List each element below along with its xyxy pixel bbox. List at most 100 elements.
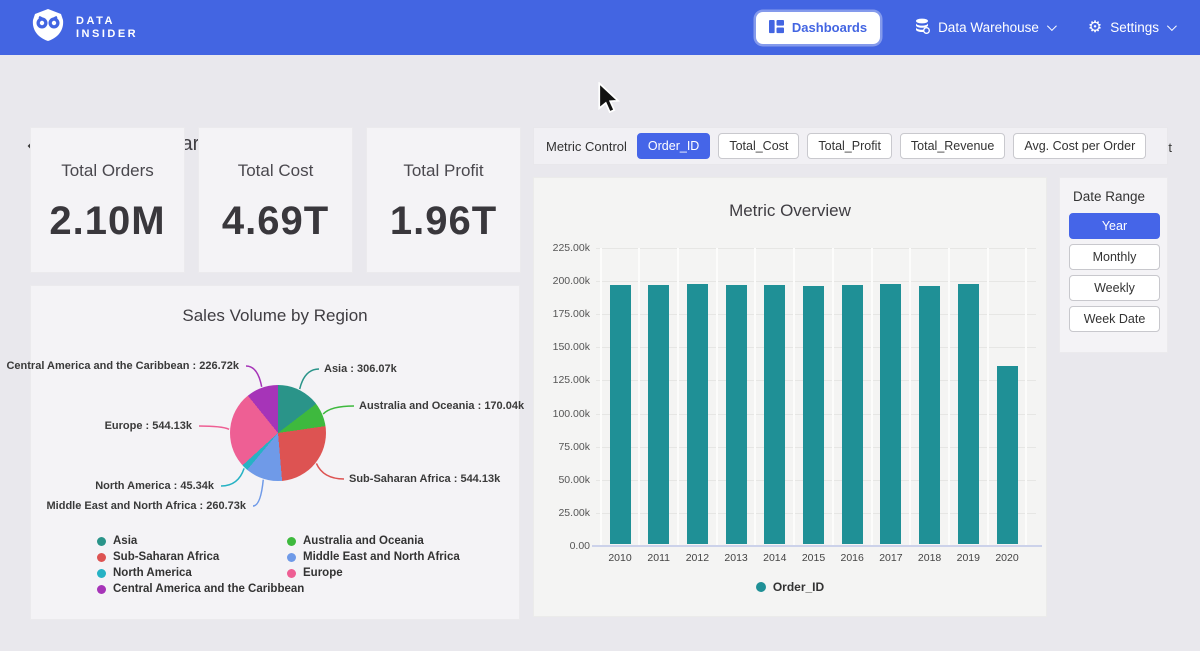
- dashboards-grid-icon: [769, 19, 784, 37]
- pie-label-asia: Asia : 306.07k: [324, 362, 397, 376]
- settings-label: Settings: [1110, 20, 1159, 35]
- y-axis-tick: 25.00k: [538, 507, 590, 519]
- pie-chart-title: Sales Volume by Region: [31, 306, 519, 326]
- metric-chip-group: Order_ID Total_Cost Total_Profit Total_Reve…: [637, 133, 1146, 159]
- legend-label: Middle East and North Africa: [303, 551, 460, 563]
- data-warehouse-menu[interactable]: Data Warehouse: [914, 18, 1054, 37]
- x-axis-tick: 2019: [949, 552, 987, 564]
- y-axis-tick: 100.00k: [538, 408, 590, 420]
- y-axis-tick: 150.00k: [538, 341, 590, 353]
- y-axis-tick: 75.00k: [538, 441, 590, 453]
- legend-label: Central America and the Caribbean: [113, 583, 304, 595]
- kpi-value: 2.10M: [31, 199, 184, 244]
- pie-label-north-america: North America : 45.34k: [95, 479, 214, 493]
- bar-chart-title: Metric Overview: [534, 201, 1046, 221]
- bar-2020: [997, 366, 1018, 544]
- legend-dot: [97, 537, 106, 546]
- metric-chip-avg-cost-per-order[interactable]: Avg. Cost per Order: [1013, 133, 1146, 159]
- bar-2016: [842, 285, 863, 544]
- chevron-down-icon: [1047, 21, 1057, 31]
- date-range-options: Year Monthly Weekly Week Date: [1069, 213, 1158, 332]
- x-axis-tick: 2017: [872, 552, 910, 564]
- x-axis-tick: 2014: [756, 552, 794, 564]
- dashboards-label: Dashboards: [792, 20, 867, 35]
- chevron-down-icon: [1167, 21, 1177, 31]
- top-navbar: DATAINSIDER Dashboards: [0, 0, 1200, 55]
- kpi-label: Total Profit: [367, 161, 520, 181]
- brand-text: DATAINSIDER: [76, 15, 138, 41]
- legend-label: Australia and Oceania: [303, 535, 424, 547]
- kpi-label: Total Cost: [199, 161, 352, 181]
- legend-dot: [287, 553, 296, 562]
- bar-2013: [726, 285, 747, 544]
- pie-legend-central-america-and-the-caribbean[interactable]: Central America and the Caribbean: [97, 581, 287, 597]
- owl-logo-icon: [30, 8, 66, 47]
- date-range-title: Date Range: [1073, 189, 1158, 204]
- metric-chip-total-profit[interactable]: Total_Profit: [807, 133, 892, 159]
- y-axis-tick: 0.00: [538, 540, 590, 552]
- bar-chart-legend[interactable]: Order_ID: [534, 580, 1046, 594]
- date-range-weekly[interactable]: Weekly: [1069, 275, 1160, 301]
- metric-overview-chart: Metric Overview 225.00k200.00k175.00k150…: [533, 177, 1047, 617]
- legend-label: North America: [113, 567, 192, 579]
- y-axis-tick: 200.00k: [538, 275, 590, 287]
- pie-legend: Asia Australia and Oceania Sub-Saharan Afr…: [97, 533, 460, 597]
- date-range-panel: Date Range Year Monthly Weekly Week Date: [1059, 177, 1168, 353]
- pie-legend-middle-east-and-north-africa[interactable]: Middle East and North Africa: [287, 549, 460, 565]
- bar-2017: [880, 284, 901, 544]
- y-axis-tick: 125.00k: [538, 374, 590, 386]
- page-header: Sales Dashboard Add Filter Boost: Off: [0, 55, 1200, 120]
- pie-label-sub-saharan-africa: Sub-Saharan Africa : 544.13k: [349, 472, 500, 486]
- bar-2015: [803, 286, 824, 544]
- pie-legend-sub-saharan-africa[interactable]: Sub-Saharan Africa: [97, 549, 287, 565]
- data-warehouse-label: Data Warehouse: [938, 20, 1039, 35]
- y-axis-tick: 225.00k: [538, 242, 590, 254]
- bar-2014: [764, 285, 785, 544]
- date-range-monthly[interactable]: Monthly: [1069, 244, 1160, 270]
- x-axis-tick: 2010: [601, 552, 639, 564]
- legend-dot: [287, 569, 296, 578]
- legend-dot: [756, 582, 766, 592]
- x-axis-tick: 2020: [988, 552, 1026, 564]
- settings-menu[interactable]: ⚙ Settings: [1088, 20, 1174, 36]
- bar-2010: [610, 285, 631, 544]
- x-axis-tick: 2015: [795, 552, 833, 564]
- metric-control-label: Metric Control: [546, 139, 627, 154]
- kpi-card-total-profit: Total Profit 1.96T: [366, 127, 521, 273]
- legend-label: Europe: [303, 567, 343, 579]
- pie-legend-north-america[interactable]: North America: [97, 565, 287, 581]
- legend-label: Asia: [113, 535, 137, 547]
- metric-control-strip: Metric Control Order_ID Total_Cost Total_P…: [533, 127, 1168, 165]
- pie-legend-europe[interactable]: Europe: [287, 565, 460, 581]
- kpi-card-total-cost: Total Cost 4.69T: [198, 127, 353, 273]
- kpi-value: 1.96T: [367, 199, 520, 244]
- pie-legend-asia[interactable]: Asia: [97, 533, 287, 549]
- kpi-label: Total Orders: [31, 161, 184, 181]
- brand[interactable]: DATAINSIDER: [30, 8, 138, 47]
- legend-label: Order_ID: [773, 580, 824, 594]
- kpi-card-total-orders: Total Orders 2.10M: [30, 127, 185, 273]
- kpi-value: 4.69T: [199, 199, 352, 244]
- x-axis-tick: 2011: [640, 552, 678, 564]
- pie-legend-australia-and-oceania[interactable]: Australia and Oceania: [287, 533, 460, 549]
- legend-dot: [287, 537, 296, 546]
- dashboards-button[interactable]: Dashboards: [756, 12, 880, 44]
- pie-label-middle-east-and-north-africa: Middle East and North Africa : 260.73k: [47, 499, 246, 513]
- date-range-year[interactable]: Year: [1069, 213, 1160, 239]
- metric-chip-total-cost[interactable]: Total_Cost: [718, 133, 799, 159]
- x-axis-tick: 2012: [678, 552, 716, 564]
- metric-chip-order-id[interactable]: Order_ID: [637, 133, 710, 159]
- pie-label-central-america-and-the-caribbean: Central America and the Caribbean : 226.…: [6, 359, 239, 373]
- date-range-week-date[interactable]: Week Date: [1069, 306, 1160, 332]
- x-axis-tick: 2013: [717, 552, 755, 564]
- legend-label: Sub-Saharan Africa: [113, 551, 219, 563]
- legend-dot: [97, 553, 106, 562]
- bar-2019: [958, 284, 979, 544]
- pie-label-australia-and-oceania: Australia and Oceania : 170.04k: [359, 399, 524, 413]
- bar-2012: [687, 284, 708, 544]
- metric-chip-total-revenue[interactable]: Total_Revenue: [900, 133, 1005, 159]
- sales-volume-chart: Sales Volume by Region Asia : 306.07k Aus…: [30, 285, 520, 620]
- app-root: DATAINSIDER Dashboards: [0, 0, 1200, 651]
- pie-label-europe: Europe : 544.13k: [105, 419, 192, 433]
- pie-chart[interactable]: [230, 385, 326, 481]
